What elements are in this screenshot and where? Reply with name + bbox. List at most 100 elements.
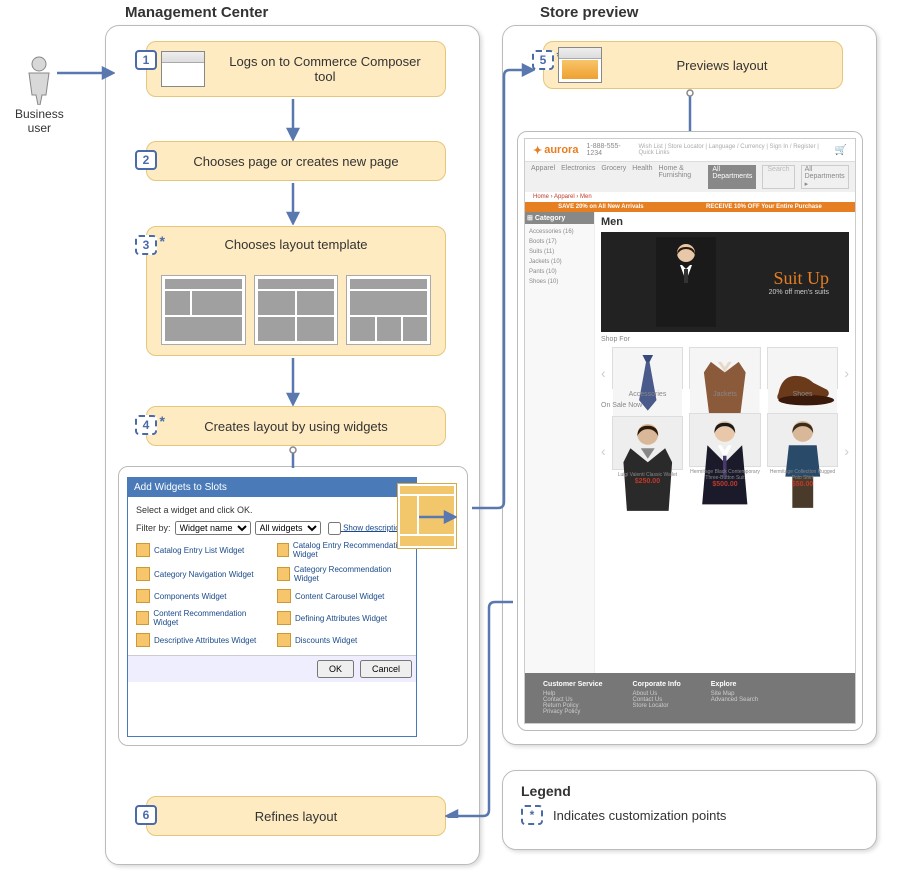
- category-item: Pants (10): [529, 267, 590, 277]
- show-descriptions-link[interactable]: Show descriptions: [328, 522, 408, 535]
- category-sidebar: ⊞Category Accessories (16)Boots (17)Suit…: [525, 212, 595, 673]
- widget-icon: [136, 567, 150, 581]
- hero-subtitle: 20% off men's suits: [769, 289, 829, 296]
- store-preview-icon: [558, 47, 602, 83]
- step-6-badge: 6: [135, 805, 157, 825]
- step-4-text: Creates layout by using widgets: [161, 419, 431, 434]
- promo-2: RECEIVE 10% OFF Your Entire Purchase: [706, 204, 822, 210]
- widget-item[interactable]: Discounts Widget: [277, 633, 408, 647]
- legend-text: Indicates customization points: [553, 808, 726, 823]
- step-1-box: 1 Logs on to Commerce Composer tool: [146, 41, 446, 97]
- chevron-right-icon: ›: [844, 365, 849, 381]
- category-item: Shoes (10): [529, 277, 590, 287]
- step-1-text: Logs on to Commerce Composer tool: [219, 54, 431, 84]
- dialog-title: Add Widgets to Slots: [128, 478, 416, 497]
- chevron-right-icon: ›: [844, 443, 849, 459]
- category-heading: ⊞Category: [525, 212, 594, 224]
- widget-icon: [136, 543, 150, 557]
- step-4-badge: 4*: [135, 415, 157, 435]
- search-input: Search: [762, 165, 794, 189]
- step-6-text: Refines layout: [161, 809, 431, 824]
- widget-icon: [136, 633, 150, 647]
- template-1: [161, 275, 246, 345]
- hero-banner: Suit Up 20% off men's suits: [601, 232, 849, 332]
- template-3: [346, 275, 431, 345]
- nav-item: Health: [632, 165, 652, 189]
- connector-5-store: [680, 89, 700, 133]
- widget-icon: [277, 611, 291, 625]
- footer-col: Corporate InfoAbout UsContact UsStore Lo…: [633, 681, 681, 715]
- connector-4-subpanel: [283, 446, 303, 470]
- header-store-preview: Store preview: [540, 4, 638, 21]
- header-management-center: Management Center: [125, 4, 268, 21]
- arrow-3-4: [283, 356, 303, 406]
- cancel-button[interactable]: Cancel: [360, 660, 412, 678]
- step-4-box: 4* Creates layout by using widgets: [146, 406, 446, 446]
- widget-item[interactable]: Content Carousel Widget: [277, 589, 408, 603]
- arrow-2-3: [283, 181, 303, 225]
- category-item: Suits (11): [529, 247, 590, 257]
- arrow-layout-to-5: [470, 60, 535, 520]
- business-user-label: Business user: [15, 107, 64, 136]
- widget-item[interactable]: Descriptive Attributes Widget: [136, 633, 267, 647]
- arrow-user-to-panel: [55, 63, 115, 83]
- commerce-composer-icon: [161, 51, 205, 87]
- widget-item[interactable]: Defining Attributes Widget: [277, 609, 408, 627]
- widget-item[interactable]: Content Recommendation Widget: [136, 609, 267, 627]
- widget-icon: [136, 611, 149, 625]
- breadcrumb: Home › Apparel › Men: [533, 194, 592, 200]
- store-mock: ✦aurora 1-888-555-1234 Wish List | Store…: [524, 138, 856, 724]
- step-3-box: 3* Chooses layout template: [146, 226, 446, 356]
- arrow-1-2: [283, 97, 303, 141]
- widget-item[interactable]: Category Recommendation Widget: [277, 565, 408, 583]
- management-center-panel: 1 Logs on to Commerce Composer tool 2 Ch…: [105, 25, 480, 865]
- legend-badge: *: [521, 805, 543, 825]
- store-logo: ✦aurora: [533, 144, 578, 157]
- nav-item: Home & Furnishing: [659, 165, 703, 189]
- product-card: Hermitage Black Contemporary Three-Butto…: [689, 413, 761, 488]
- widget-item[interactable]: Category Navigation Widget: [136, 565, 267, 583]
- widget-icon: [136, 589, 150, 603]
- layout-templates: [161, 275, 431, 345]
- step-1-badge: 1: [135, 50, 157, 70]
- step-2-text: Chooses page or creates new page: [161, 154, 431, 169]
- step-5-box: 5* Previews layout: [543, 41, 843, 89]
- widget-item[interactable]: Catalog Entry List Widget: [136, 541, 267, 559]
- step-5-text: Previews layout: [616, 58, 828, 73]
- product-card: Hermitage Collection Rugged Polo Shirt$5…: [767, 413, 839, 488]
- product-card: Luigi Valenti Classic Wallet$250.00: [612, 416, 684, 485]
- chevron-left-icon: ‹: [601, 443, 606, 459]
- category-item: Boots (17): [529, 237, 590, 247]
- step-3-text: Chooses layout template: [161, 237, 431, 253]
- step-3-badge: 3*: [135, 235, 157, 255]
- product-card: Jackets: [689, 347, 761, 398]
- footer-col: Customer ServiceHelpContact UsReturn Pol…: [543, 681, 603, 715]
- step-2-badge: 2: [135, 150, 157, 170]
- hero-title: Suit Up: [769, 268, 829, 289]
- store-top-links: Wish List | Store Locator | Language / C…: [638, 144, 826, 156]
- widget-grid: Catalog Entry List Widget Catalog Entry R…: [136, 541, 408, 647]
- product-card: Accessories: [612, 347, 684, 398]
- nav-item: Grocery: [601, 165, 626, 189]
- filter-label: Filter by:: [136, 523, 171, 533]
- arrow-dialog-to-layout: [417, 507, 457, 527]
- filter-value-select[interactable]: All widgets: [255, 521, 321, 535]
- category-item: Accessories (16): [529, 227, 590, 237]
- nav-item: Electronics: [561, 165, 595, 189]
- promo-1: SAVE 20% on All New Arrivals: [558, 204, 643, 210]
- chevron-left-icon: ‹: [601, 365, 606, 381]
- page-title: Men: [601, 216, 849, 228]
- widget-item[interactable]: Components Widget: [136, 589, 267, 603]
- filter-field-select[interactable]: Widget name: [175, 521, 251, 535]
- ok-button[interactable]: OK: [317, 660, 354, 678]
- step-2-box: 2 Chooses page or creates new page: [146, 141, 446, 181]
- product-card: Shoes: [767, 347, 839, 398]
- cart-icon: 🛒: [835, 145, 847, 156]
- widget-item[interactable]: Catalog Entry Recommendation Widget: [277, 541, 408, 559]
- widgets-subpanel: Add Widgets to Slots Select a widget and…: [118, 466, 468, 746]
- nav-item: All Departments: [708, 165, 756, 189]
- widget-icon: [277, 567, 290, 581]
- store-phone: 1-888-555-1234: [586, 143, 630, 157]
- store-preview-subpanel: ✦aurora 1-888-555-1234 Wish List | Store…: [517, 131, 863, 731]
- store-nav: ApparelElectronicsGroceryHealthHome & Fu…: [525, 162, 855, 192]
